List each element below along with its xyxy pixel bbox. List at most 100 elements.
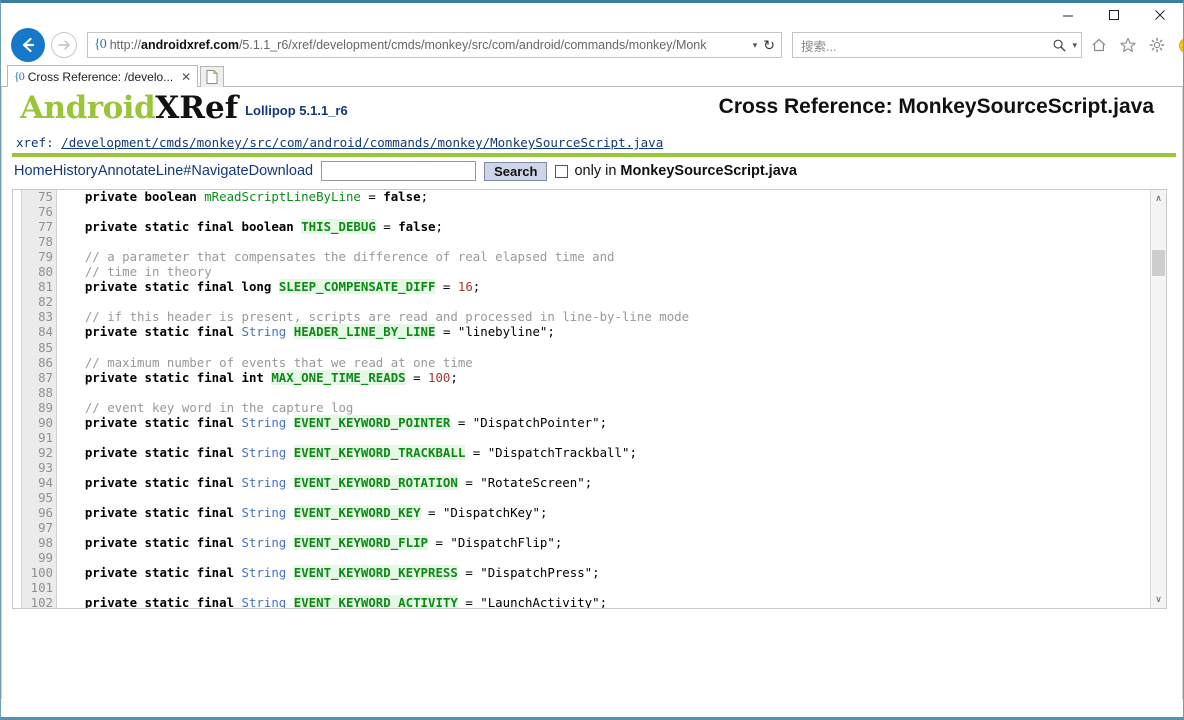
code-token[interactable]: SLEEP_COMPENSATE_DIFF xyxy=(278,279,436,295)
code-token[interactable]: HEADER_LINE_BY_LINE xyxy=(293,324,436,340)
gear-icon[interactable] xyxy=(1146,34,1168,56)
line-number[interactable]: 82 xyxy=(21,294,55,309)
line-number[interactable]: 93 xyxy=(21,460,55,475)
line-number[interactable]: 87 xyxy=(21,370,55,385)
code-token: // event key word in the capture log xyxy=(84,399,354,415)
code-token[interactable]: THIS_DEBUG xyxy=(301,219,376,235)
code-token: ; xyxy=(539,505,548,521)
line-number[interactable]: 98 xyxy=(21,535,55,550)
tab-cross-reference[interactable]: {0 Cross Reference: /develo... ✕ xyxy=(7,65,199,87)
tab-close-icon[interactable]: ✕ xyxy=(181,70,191,84)
line-number[interactable]: 95 xyxy=(21,490,55,505)
code-token: "DispatchKey" xyxy=(442,505,540,521)
forward-button[interactable] xyxy=(51,32,77,58)
line-number[interactable]: 88 xyxy=(21,385,55,400)
search-input[interactable]: 搜索... xyxy=(801,36,1052,55)
home-icon[interactable] xyxy=(1088,34,1110,56)
code-viewport[interactable]: 74 // process scripts in line by line mo… xyxy=(12,189,1167,609)
scrollbar-thumb[interactable] xyxy=(1152,250,1165,276)
line-number[interactable]: 99 xyxy=(21,550,55,565)
scroll-down-button[interactable]: ∨ xyxy=(1151,591,1166,608)
address-dropdown-icon[interactable]: ▾ xyxy=(747,40,764,51)
nav-line[interactable]: Line# xyxy=(156,163,191,179)
nav-navigate[interactable]: Navigate xyxy=(191,163,248,179)
site-search-button[interactable]: Search xyxy=(484,161,548,181)
code-token[interactable]: String xyxy=(242,415,287,430)
code-token: private static final xyxy=(84,414,242,430)
code-token[interactable]: EVENT_KEYWORD_ACTIVITY xyxy=(293,595,458,608)
code-token: ; xyxy=(599,595,608,609)
code-inner: 74 // process scripts in line by line mo… xyxy=(13,190,1152,609)
search-dropdown-icon[interactable]: ▾ xyxy=(1067,40,1077,51)
line-number[interactable]: 85 xyxy=(21,340,55,355)
line-number[interactable]: 91 xyxy=(21,430,55,445)
line-number[interactable]: 94 xyxy=(21,475,55,490)
code-token[interactable]: String xyxy=(242,595,287,608)
back-button[interactable] xyxy=(11,28,45,62)
line-number[interactable]: 79 xyxy=(21,249,55,264)
line-number[interactable]: 100 xyxy=(21,565,55,580)
code-token[interactable]: String xyxy=(242,505,287,520)
only-in-file-checkbox[interactable] xyxy=(555,164,569,178)
close-button[interactable] xyxy=(1137,3,1183,27)
line-number[interactable]: 90 xyxy=(21,415,55,430)
vertical-scrollbar[interactable]: ∧ ∨ xyxy=(1150,190,1166,608)
nav-home[interactable]: Home xyxy=(14,163,53,179)
line-number[interactable]: 83 xyxy=(21,309,55,324)
logo-android-text: Android xyxy=(20,90,156,126)
code-token[interactable]: EVENT_KEYWORD_KEY xyxy=(293,505,421,521)
line-number[interactable]: 75 xyxy=(21,190,55,204)
line-number[interactable]: 81 xyxy=(21,279,55,294)
line-number[interactable]: 77 xyxy=(21,219,55,234)
site-logo[interactable]: AndroidXRef Lollipop 5.1.1_r6 xyxy=(20,93,348,124)
maximize-button[interactable] xyxy=(1091,3,1137,27)
code-token: = xyxy=(435,279,458,295)
code-token[interactable]: String xyxy=(242,445,287,460)
scroll-up-button[interactable]: ∧ xyxy=(1151,190,1166,207)
line-number[interactable]: 101 xyxy=(21,580,55,595)
code-token[interactable]: String xyxy=(242,475,287,490)
line-number[interactable]: 86 xyxy=(21,355,55,370)
code-token[interactable]: String xyxy=(242,324,287,339)
code-token[interactable]: EVENT_KEYWORD_ROTATION xyxy=(293,474,458,490)
tab-favicon-icon: {0 xyxy=(14,69,25,83)
code-token: "DispatchPress" xyxy=(480,565,593,581)
address-bar[interactable]: {0 http://androidxref.com/5.1.1_r6/xref/… xyxy=(87,32,782,58)
breadcrumb-path[interactable]: /development/cmds/monkey/src/com/android… xyxy=(61,135,663,150)
line-number[interactable]: 89 xyxy=(21,400,55,415)
nav-history[interactable]: History xyxy=(53,163,98,179)
nav-annotate[interactable]: Annotate xyxy=(98,163,156,179)
code-token[interactable]: MAX_ONE_TIME_READS xyxy=(271,369,406,385)
code-token[interactable]: String xyxy=(242,535,287,550)
line-number[interactable]: 76 xyxy=(21,204,55,219)
code-token[interactable]: EVENT_KEYWORD_KEYPRESS xyxy=(293,565,458,581)
code-token[interactable]: EVENT_KEYWORD_TRACKBALL xyxy=(293,444,466,460)
line-number[interactable]: 92 xyxy=(21,445,55,460)
code-token: private static final xyxy=(84,565,242,581)
line-number[interactable]: 84 xyxy=(21,324,55,339)
line-number[interactable]: 80 xyxy=(21,264,55,279)
new-tab-button[interactable] xyxy=(200,66,225,87)
line-number[interactable]: 97 xyxy=(21,520,55,535)
line-number[interactable]: 78 xyxy=(21,234,55,249)
code-token[interactable]: EVENT_KEYWORD_POINTER xyxy=(293,414,451,430)
line-number[interactable]: 96 xyxy=(21,505,55,520)
smiley-icon[interactable] xyxy=(1175,34,1183,56)
source-code[interactable]: 74 // process scripts in line by line mo… xyxy=(13,190,1152,609)
reload-icon[interactable]: ↻ xyxy=(763,37,777,54)
star-icon[interactable] xyxy=(1117,34,1139,56)
nav-download[interactable]: Download xyxy=(249,163,314,179)
line-number[interactable]: 102 xyxy=(21,595,55,608)
browser-search-box[interactable]: 搜索... ▾ xyxy=(792,32,1082,58)
code-token[interactable]: EVENT_KEYWORD_FLIP xyxy=(293,535,429,551)
site-search-input[interactable] xyxy=(321,161,477,181)
minimize-button[interactable] xyxy=(1045,3,1091,27)
code-token[interactable]: String xyxy=(242,565,287,580)
